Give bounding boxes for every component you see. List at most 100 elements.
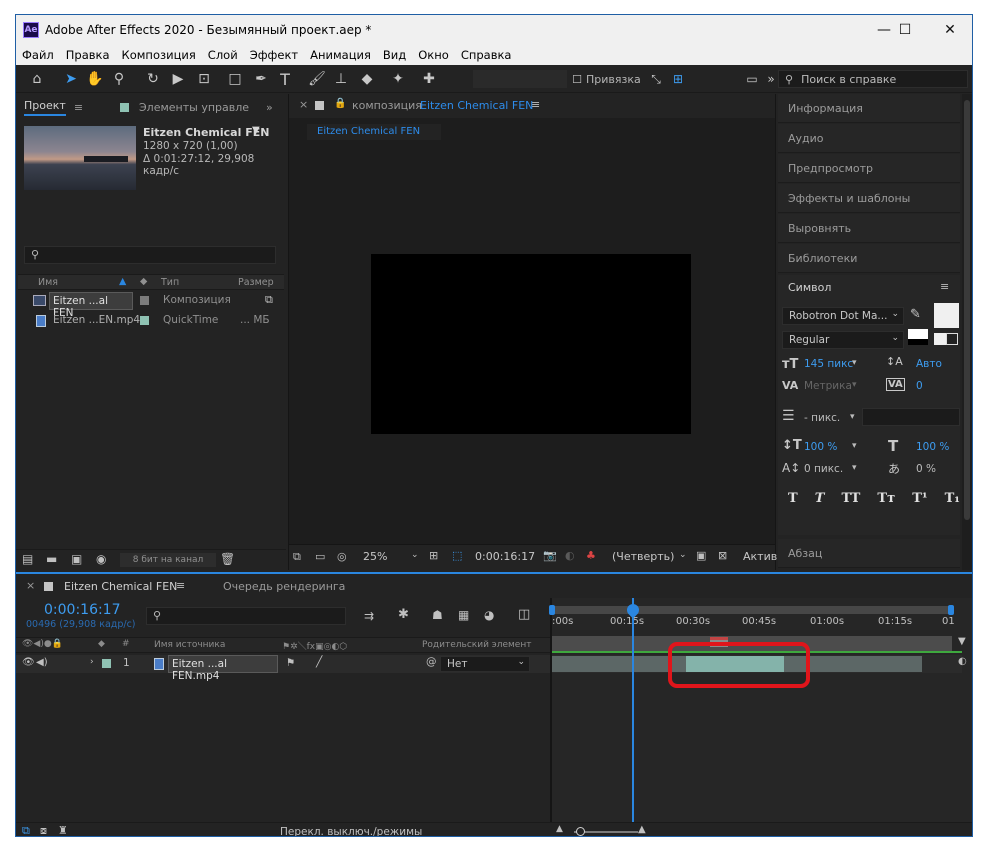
panel-menu-icon[interactable]: ≡	[74, 101, 83, 114]
stroke-style-selector[interactable]	[862, 408, 960, 426]
close-button[interactable]: ✕	[930, 15, 970, 45]
rectangle-tool-icon[interactable]: □	[226, 69, 244, 89]
project-search-input[interactable]: ⚲	[24, 246, 276, 264]
flowchart-icon[interactable]: ⧉	[265, 293, 273, 307]
timeline-tab-label[interactable]: Eitzen Chemical FEN	[64, 580, 177, 593]
transfer-controls-toggle-icon[interactable]: ⧇	[40, 824, 47, 836]
parent-column[interactable]: Родительский элемент	[422, 640, 531, 650]
shy-switch-icon[interactable]: ⚑	[286, 657, 295, 669]
col-type[interactable]: Тип	[161, 277, 179, 288]
timeline-current-time[interactable]: 0:00:16:17	[44, 602, 121, 618]
interpret-footage-icon[interactable]: ▤	[22, 552, 33, 566]
lock-icon[interactable]: 🔒	[334, 98, 346, 109]
type-tool-icon[interactable]: T	[276, 69, 294, 89]
home-icon[interactable]: ⌂	[26, 69, 48, 89]
zoom-level[interactable]: 25%	[363, 550, 387, 563]
new-folder-icon[interactable]: ▬	[46, 552, 57, 566]
zoom-in-icon[interactable]: ▲	[638, 824, 646, 835]
audio-panel-tab[interactable]: Аудио	[778, 124, 960, 153]
comp-tab-name[interactable]: Eitzen Chemical FEN	[420, 99, 533, 112]
panel-menu-icon[interactable]: ≡	[176, 579, 185, 592]
menu-file[interactable]: Файл	[16, 48, 60, 62]
transparency-grid-icon[interactable]: ⬚	[452, 549, 462, 562]
draft-3d-icon[interactable]: ✱	[398, 607, 409, 622]
snap-option-icon[interactable]: ⤡	[648, 69, 664, 89]
menu-effect[interactable]: Эффект	[244, 48, 304, 62]
quality-switch-icon[interactable]: ╱	[316, 656, 322, 668]
source-name-column[interactable]: Имя источника	[154, 640, 225, 650]
superscript-button[interactable]: T¹	[912, 491, 927, 511]
menu-view[interactable]: Вид	[377, 48, 412, 62]
work-area-end-handle[interactable]	[948, 605, 954, 615]
menu-animation[interactable]: Анимация	[304, 48, 377, 62]
comp-dropdown-icon[interactable]: ▼	[252, 125, 260, 136]
kerning-value[interactable]: Метрика	[804, 380, 852, 392]
subscript-button[interactable]: T₁	[945, 491, 960, 511]
resolution-selector[interactable]: (Четверть)	[612, 550, 674, 563]
selection-tool-icon[interactable]: ➤	[62, 69, 80, 89]
font-size-dropdown-icon[interactable]: ▾	[852, 358, 857, 368]
clone-stamp-tool-icon[interactable]: ⊥	[332, 69, 350, 89]
video-visibility-icon[interactable]: 👁	[22, 657, 35, 668]
faux-italic-button[interactable]: T	[815, 491, 825, 511]
close-tab-icon[interactable]: ×	[26, 579, 35, 592]
motion-blur-icon[interactable]: ◕	[484, 608, 494, 622]
always-preview-icon[interactable]: ⧉	[293, 550, 301, 564]
label-tag-icon[interactable]: ◆	[98, 639, 105, 649]
toggle-switches-modes[interactable]: Перекл. выключ./режимы	[280, 826, 422, 836]
new-composition-icon[interactable]: ▣	[71, 552, 82, 566]
render-queue-tab[interactable]: Очередь рендеринга	[223, 580, 345, 593]
toggle-grid-icon[interactable]: ⊠	[718, 549, 727, 562]
info-panel-tab[interactable]: Информация	[778, 94, 960, 123]
show-snapshot-icon[interactable]: ◐	[565, 549, 575, 562]
camera-tool-icon[interactable]: ▶	[168, 69, 188, 89]
in-out-toggle-icon[interactable]: ♜	[58, 824, 68, 836]
comp-timecode[interactable]: 0:00:16:17	[475, 550, 535, 563]
stroke-fill-toggle[interactable]	[908, 329, 928, 345]
align-panel-tab[interactable]: Выровнять	[778, 214, 960, 243]
playhead-line[interactable]	[624, 598, 642, 822]
snapshot-icon[interactable]: 📷	[543, 549, 557, 562]
zoom-out-icon[interactable]: ▲	[556, 824, 563, 834]
project-settings-icon[interactable]: ◉	[96, 552, 106, 566]
pen-tool-icon[interactable]: ✒	[252, 69, 270, 89]
hand-tool-icon[interactable]: ✋	[86, 69, 104, 89]
panel-menu-icon[interactable]: ≡	[940, 280, 949, 293]
comp-button-icon[interactable]: ▼	[958, 636, 970, 648]
stroke-width-value[interactable]: - пикс.	[804, 412, 840, 424]
shy-layers-icon[interactable]: ☗	[432, 608, 443, 622]
eraser-tool-icon[interactable]: ◆	[358, 69, 376, 89]
comp-breadcrumb[interactable]: Eitzen Chemical FEN	[307, 124, 441, 140]
horizontal-scale-value[interactable]: 100 %	[916, 441, 949, 453]
baseline-dropdown-icon[interactable]: ▾	[852, 463, 857, 473]
leading-value[interactable]: Авто	[916, 358, 942, 370]
layer-number-column[interactable]: #	[122, 639, 130, 649]
tsume-value[interactable]: 0 %	[916, 463, 936, 475]
snap-target-icon[interactable]: ⊞	[670, 69, 686, 89]
layer-switches-toggle-icon[interactable]: ⧉	[22, 824, 30, 836]
project-tab[interactable]: Проект ≡	[24, 96, 83, 118]
comp-viewer-canvas[interactable]	[371, 254, 691, 434]
all-caps-button[interactable]: TT	[841, 491, 860, 511]
channel-color-icon[interactable]: ♣	[586, 549, 596, 562]
time-ruler[interactable]: :00s 00:15s 00:30s 00:45s 01:00s 01:15s …	[552, 616, 962, 628]
menu-window[interactable]: Окно	[412, 48, 455, 62]
zoom-dropdown-icon[interactable]: ⌄	[411, 550, 419, 560]
graph-editor-icon[interactable]: ◫	[518, 607, 530, 622]
pick-whip-icon[interactable]: @	[426, 656, 437, 668]
zoom-tool-icon[interactable]: ⚲	[110, 69, 128, 89]
region-of-interest-icon[interactable]: ⊞	[429, 549, 438, 562]
work-area-start-handle[interactable]	[549, 605, 555, 615]
vertical-scale-dropdown-icon[interactable]: ▾	[852, 441, 857, 451]
bit-depth-button[interactable]: 8 бит на канал	[120, 553, 216, 567]
tracking-value[interactable]: 0	[916, 380, 923, 392]
paragraph-panel-tab[interactable]: Абзац	[778, 539, 960, 568]
work-area-bar[interactable]	[549, 605, 954, 615]
effects-presets-panel-tab[interactable]: Эффекты и шаблоны	[778, 184, 960, 213]
font-family-selector[interactable]: Robotron Dot Ma... ⌄	[782, 307, 904, 325]
brush-tool-icon[interactable]: 🖌	[308, 69, 326, 89]
project-item-row[interactable]: Eitzen ...EN.mp4 QuickTime ... МБ	[18, 312, 284, 330]
panel-overflow-icon[interactable]: »	[266, 96, 273, 118]
maximize-button[interactable]: ☐	[884, 15, 926, 45]
puppet-tool-icon[interactable]: ✚	[420, 69, 438, 89]
